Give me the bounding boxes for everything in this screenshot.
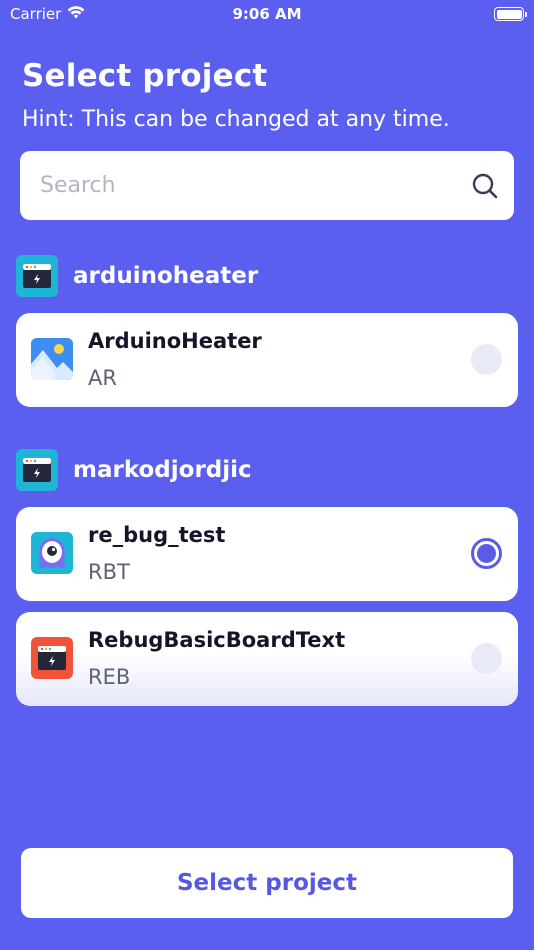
project-name: RebugBasicBoardText <box>88 628 346 652</box>
status-bar: Carrier 9:06 AM <box>0 0 534 30</box>
project-card-re-bug-test[interactable]: re_bug_test RBT <box>16 507 518 601</box>
radio-button[interactable] <box>471 344 502 375</box>
group-title: arduinoheater <box>73 263 259 289</box>
app-window-icon <box>16 255 58 297</box>
radio-button[interactable] <box>471 643 502 674</box>
search-placeholder: Search <box>40 173 116 198</box>
search-icon[interactable] <box>470 171 500 201</box>
group-header-markodjordjic: markodjordjic <box>16 449 252 491</box>
robot-icon <box>31 532 73 574</box>
battery-icon <box>494 7 527 21</box>
project-name: ArduinoHeater <box>88 329 262 353</box>
project-name: re_bug_test <box>88 523 226 547</box>
select-project-button[interactable]: Select project <box>21 848 513 918</box>
app-window-icon <box>16 449 58 491</box>
search-input[interactable]: Search <box>20 151 514 220</box>
radio-dot <box>477 544 496 563</box>
project-code: REB <box>88 665 131 689</box>
project-code: RBT <box>88 560 130 584</box>
page-title: Select project <box>22 58 268 94</box>
mountain-image-icon <box>31 338 73 380</box>
page-hint: Hint: This can be changed at any time. <box>22 107 450 132</box>
radio-button-selected[interactable] <box>471 538 502 569</box>
group-title: markodjordjic <box>73 457 252 483</box>
project-card-rebugbasicboardtext[interactable]: RebugBasicBoardText REB <box>16 612 518 706</box>
status-time: 9:06 AM <box>232 5 302 23</box>
project-code: AR <box>88 366 117 390</box>
project-card-arduinoheater[interactable]: ArduinoHeater AR <box>16 313 518 407</box>
group-header-arduinoheater: arduinoheater <box>16 255 258 297</box>
app-window-icon <box>31 637 73 679</box>
